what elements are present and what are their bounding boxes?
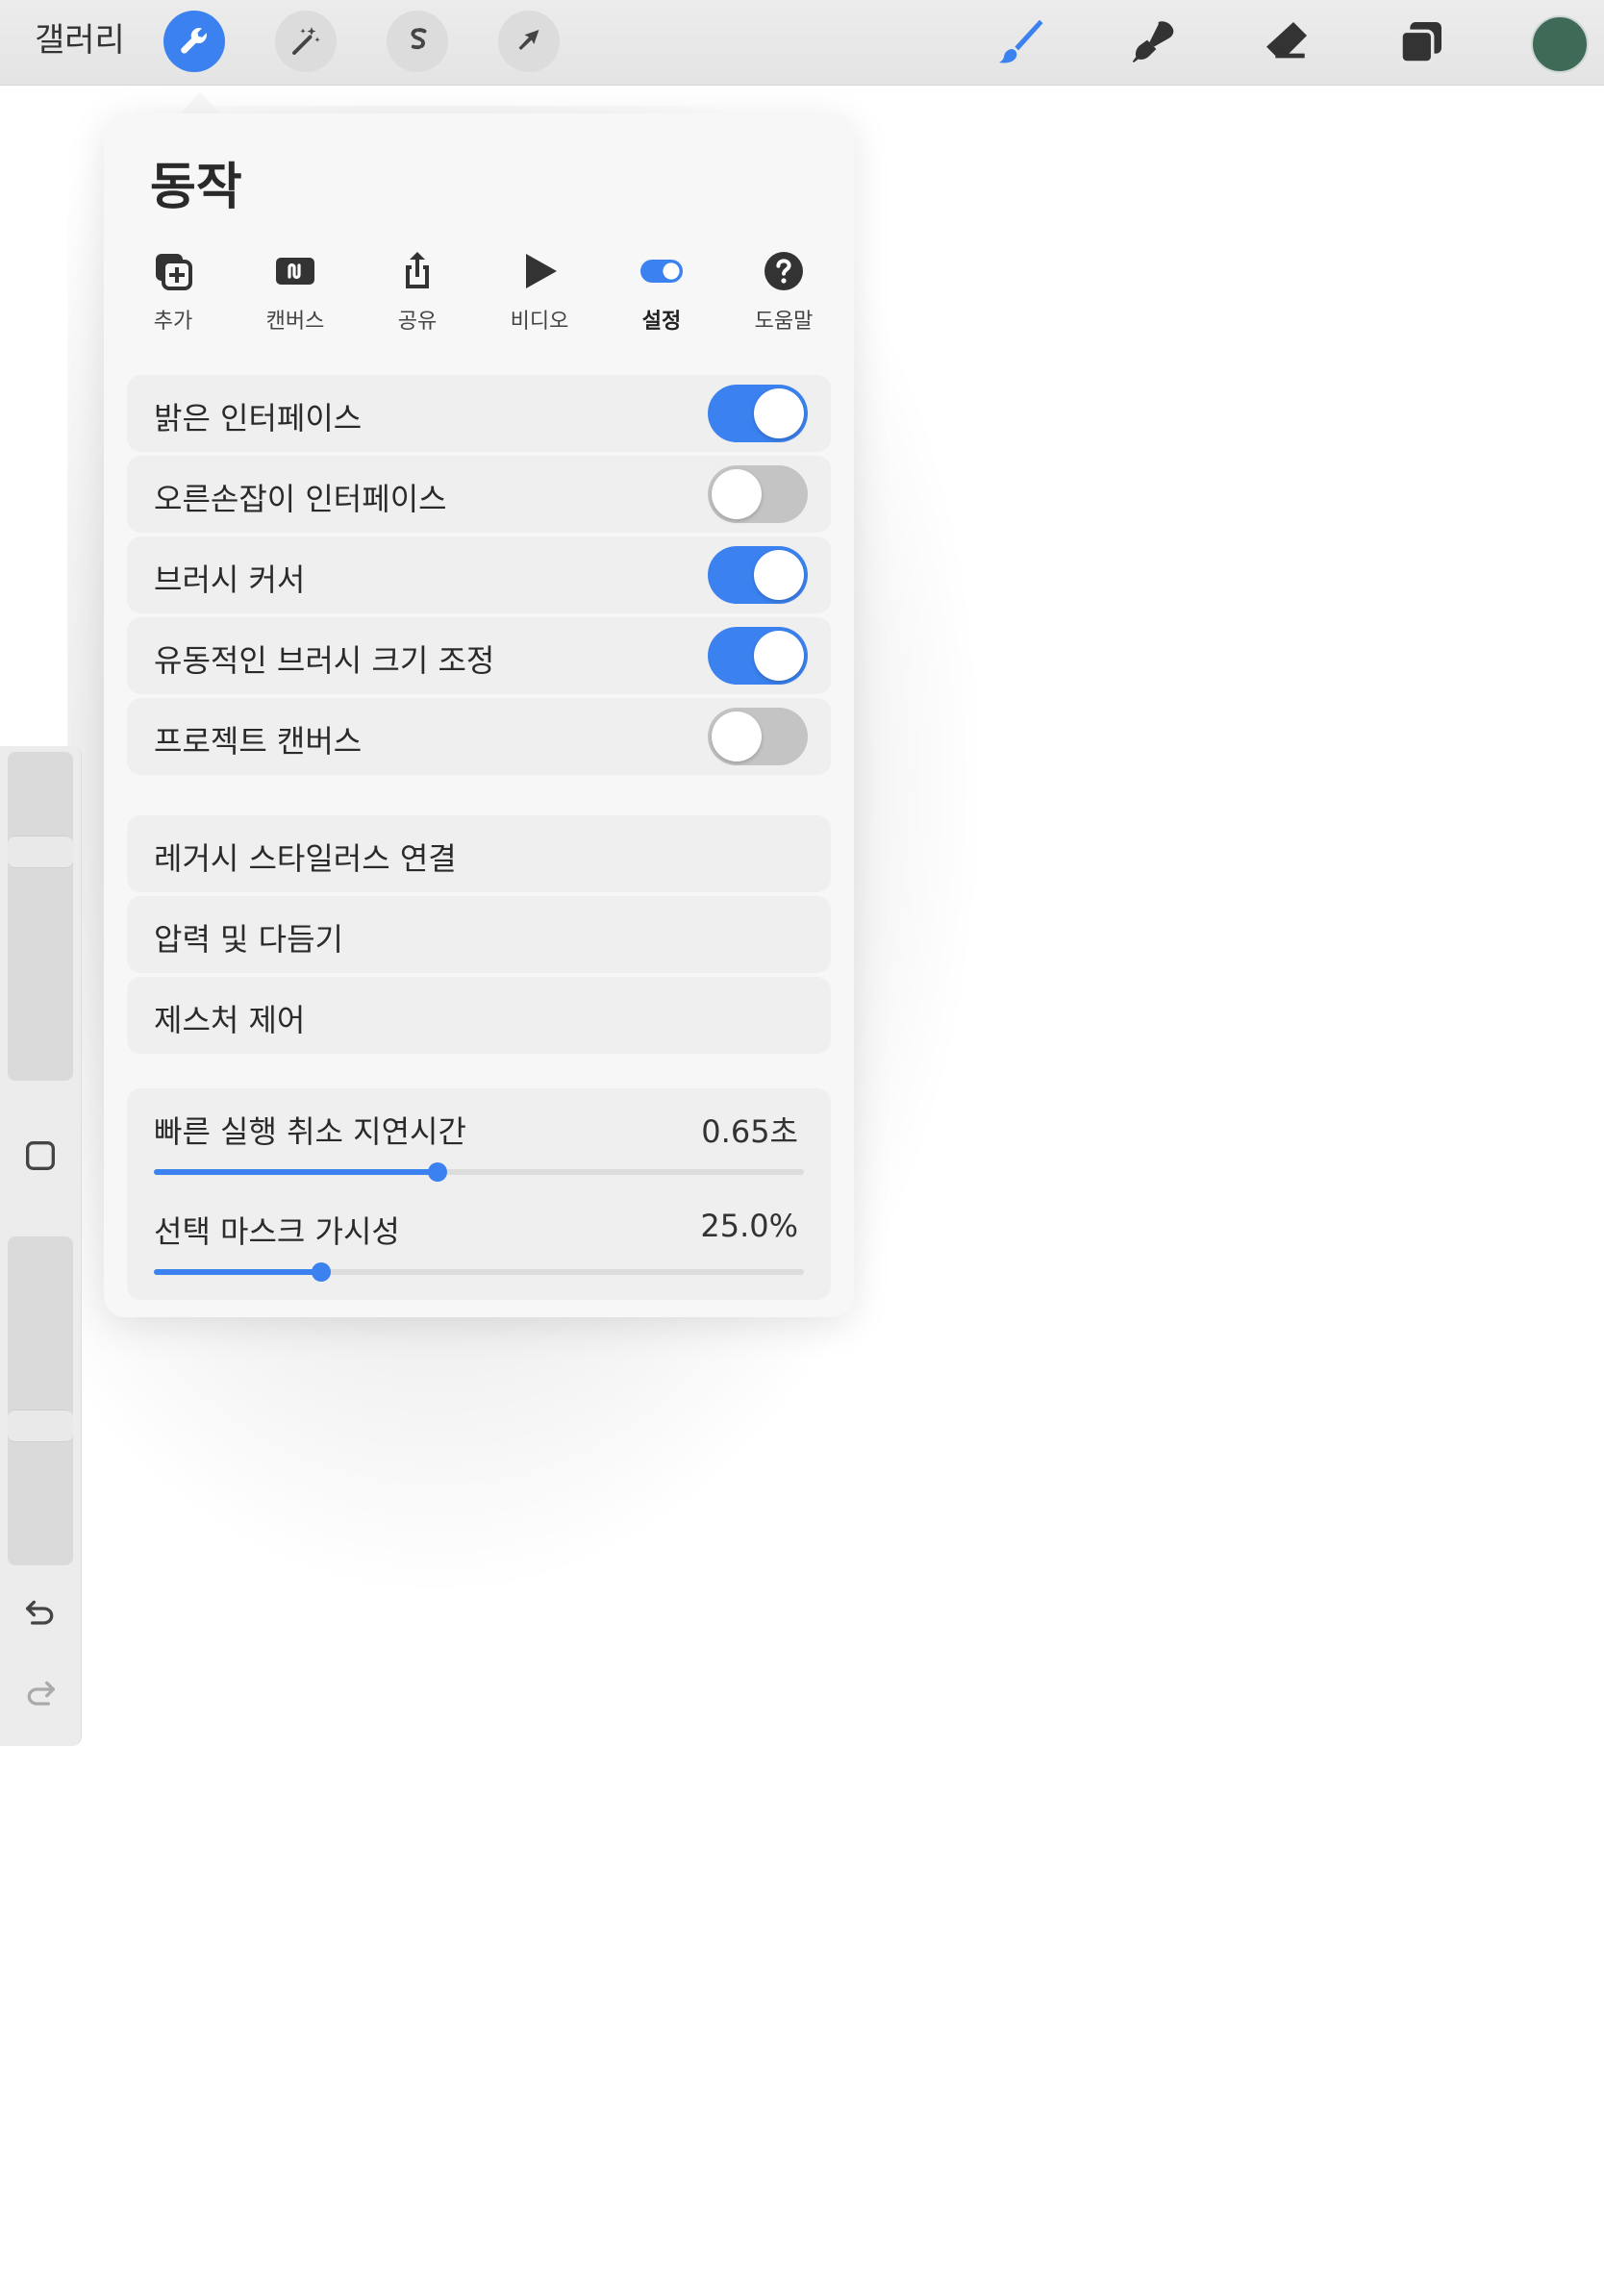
pressure-smoothing-item[interactable]: 압력 및 다듬기 [127,896,831,973]
canvas-icon [276,258,314,285]
brush-size-thumb[interactable] [8,835,73,868]
slider-label: 선택 마스크 가시성 [154,1213,400,1250]
toggle-row-project-canvas: 프로젝트 캔버스 [127,698,831,775]
smudge-button[interactable] [1125,13,1183,71]
wrench-icon [181,28,207,54]
toggle-label: 오른손잡이 인터페이스 [154,481,447,517]
tab-label: 설정 [641,310,682,334]
slider-thumb[interactable] [312,1262,332,1282]
toggle-label: 브러시 커서 [154,562,306,598]
toggle-row-right-hand-interface: 오른손잡이 인터페이스 [127,456,831,533]
brush-size-slider[interactable] [8,752,73,1081]
sliders-group: 빠른 실행 취소 지연시간 0.65초 선택 마스크 가시성 25.0% [127,1088,831,1300]
share-icon [406,252,429,288]
opacity-slider[interactable] [8,1236,73,1565]
adjustments-button[interactable] [275,11,337,72]
tab-label: 공유 [397,310,438,334]
tab-label: 비디오 [510,310,569,334]
selection-s-icon [410,28,427,50]
toggle-row-light-interface: 밝은 인터페이스 [127,375,831,452]
smudge-icon [1132,21,1174,62]
tab-label: 캔버스 [265,310,325,334]
link-label: 제스처 제어 [154,1002,306,1038]
eraser-icon [1266,22,1307,59]
color-picker-button[interactable] [1531,15,1589,73]
top-toolbar: 갤러리 [0,0,1604,86]
gallery-button[interactable]: 갤러리 [35,19,125,62]
toggle-label: 유동적인 브러시 크기 조정 [154,642,495,679]
transform-button[interactable] [498,11,560,72]
brush-button[interactable] [990,13,1048,71]
link-label: 레거시 스타일러스 연결 [154,840,457,877]
layers-button[interactable] [1392,13,1450,71]
gesture-controls-item[interactable]: 제스처 제어 [127,977,831,1054]
slider-value: 25.0% [700,1208,798,1244]
tab-canvas[interactable]: 캔버스 [247,238,343,344]
tab-help[interactable]: 도움말 [736,238,832,344]
project-canvas-switch[interactable] [708,708,808,765]
add-icon [156,254,192,290]
selection-mask-visibility-slider[interactable] [154,1262,804,1282]
slider-label: 빠른 실행 취소 지연시간 [154,1113,466,1150]
panel-pointer [179,92,221,115]
tab-video[interactable]: 비디오 [491,238,588,344]
actions-tabs: 추가 캔버스 공유 비디오 설정 도움말 [125,238,833,344]
link-label: 압력 및 다듬기 [154,921,343,958]
actions-panel: 동작 추가 캔버스 공유 비디오 설정 도움말 밝은 인터페이스 오른손잡이 인… [104,113,854,1317]
dynamic-brush-scaling-switch[interactable] [708,627,808,685]
slider-thumb[interactable] [427,1162,447,1182]
tab-label: 추가 [153,310,193,334]
square-icon [26,1141,55,1170]
play-icon [526,254,557,288]
selection-button[interactable] [387,11,448,72]
eraser-button[interactable] [1258,13,1316,71]
brush-cursor-switch[interactable] [708,546,808,604]
help-icon [764,252,803,290]
panel-title: 동작 [150,159,242,216]
layers-icon [1399,22,1441,64]
tab-share[interactable]: 공유 [369,238,465,344]
brush-icon [999,19,1043,63]
toggle-row-dynamic-brush-scaling: 유동적인 브러시 크기 조정 [127,617,831,694]
redo-button[interactable] [17,1671,63,1717]
procreate-canvas-screen: 갤러리 동작 추가 캔버스 공유 비디오 설정 도움말 밝은 인터페이스 오른손… [0,0,1604,2296]
undo-icon [26,1600,54,1625]
tab-settings[interactable]: 설정 [614,238,710,344]
actions-button[interactable] [163,11,225,72]
right-hand-interface-switch[interactable] [708,465,808,523]
quick-undo-delay-slider[interactable] [154,1162,804,1182]
slider-value: 0.65초 [701,1113,798,1150]
legacy-stylus-connect-item[interactable]: 레거시 스타일러스 연결 [127,815,831,892]
redo-icon [27,1681,55,1706]
toggle-row-brush-cursor: 브러시 커서 [127,537,831,613]
toggle-label: 밝은 인터페이스 [154,400,363,437]
left-sidebar [0,746,82,1746]
arrow-cursor-icon [518,30,539,50]
modify-button[interactable] [17,1133,63,1179]
toggle-label: 프로젝트 캔버스 [154,723,363,760]
tab-label: 도움말 [754,310,814,334]
tab-add[interactable]: 추가 [125,238,221,344]
light-interface-switch[interactable] [708,385,808,442]
undo-button[interactable] [17,1590,63,1636]
opacity-thumb[interactable] [8,1409,73,1442]
toggle-icon [640,260,683,283]
magic-wand-icon [292,27,320,55]
